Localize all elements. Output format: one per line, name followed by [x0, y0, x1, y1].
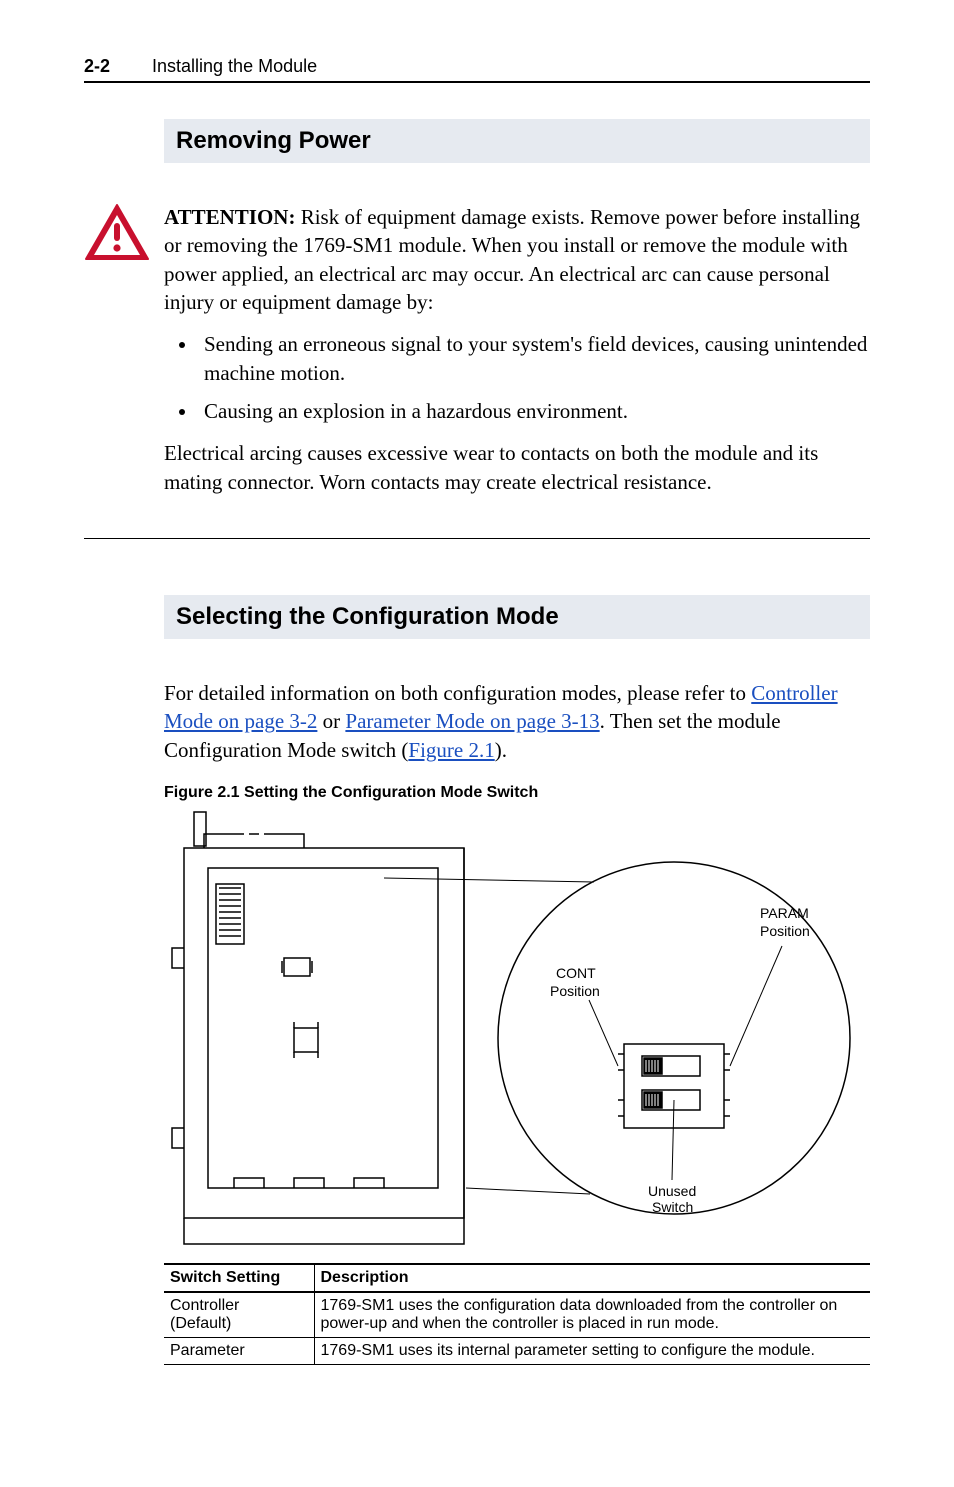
setting-name: Controller: [170, 1297, 239, 1314]
setting-description: 1769-SM1 uses the configuration data dow…: [314, 1292, 870, 1338]
figure-label-switch: Switch: [652, 1199, 693, 1215]
section-heading-config-mode: Selecting the Configuration Mode: [164, 595, 870, 639]
setting-name: Parameter: [170, 1342, 245, 1359]
chapter-title: Installing the Module: [152, 56, 317, 77]
attention-label: ATTENTION:: [164, 205, 295, 229]
link-figure-2-1[interactable]: Figure 2.1: [408, 738, 494, 762]
table-header-description: Description: [314, 1264, 870, 1292]
para-text: For detailed information on both configu…: [164, 681, 751, 705]
config-mode-paragraph: For detailed information on both configu…: [164, 679, 870, 764]
page-header: 2-2 Installing the Module: [84, 56, 870, 83]
figure-label-cont-pos: Position: [550, 983, 600, 999]
figure-2-1: PARAM Position CONT Position Unused Swit…: [164, 808, 870, 1253]
section-heading-removing-power: Removing Power: [164, 119, 870, 163]
attention-bullet: Sending an erroneous signal to your syst…: [198, 330, 870, 387]
setting-default: (Default): [170, 1315, 231, 1332]
setting-description: 1769-SM1 uses its internal parameter set…: [314, 1338, 870, 1365]
figure-caption: Figure 2.1 Setting the Configuration Mod…: [164, 784, 870, 802]
link-parameter-mode[interactable]: Parameter Mode on page 3-13: [345, 709, 599, 733]
attention-bullet: Causing an explosion in a hazardous envi…: [198, 397, 870, 425]
table-header-setting: Switch Setting: [164, 1264, 314, 1292]
para-text: or: [317, 709, 345, 733]
page-number: 2-2: [84, 56, 110, 77]
para-text: ).: [495, 738, 507, 762]
attention-list: Sending an erroneous signal to your syst…: [198, 330, 870, 425]
figure-label-unused: Unused: [648, 1183, 696, 1199]
warning-icon: [84, 203, 164, 510]
attention-block: ATTENTION: Risk of equipment damage exis…: [84, 203, 870, 539]
figure-label-param-pos: Position: [760, 923, 810, 939]
attention-paragraph: ATTENTION: Risk of equipment damage exis…: [164, 203, 870, 316]
switch-settings-table: Switch Setting Description Controller (D…: [164, 1263, 870, 1365]
table-row: Parameter 1769-SM1 uses its internal par…: [164, 1338, 870, 1365]
figure-label-cont: CONT: [556, 965, 596, 981]
figure-label-param: PARAM: [760, 905, 809, 921]
table-row: Controller (Default) 1769-SM1 uses the c…: [164, 1292, 870, 1338]
attention-outro: Electrical arcing causes excessive wear …: [164, 439, 870, 496]
